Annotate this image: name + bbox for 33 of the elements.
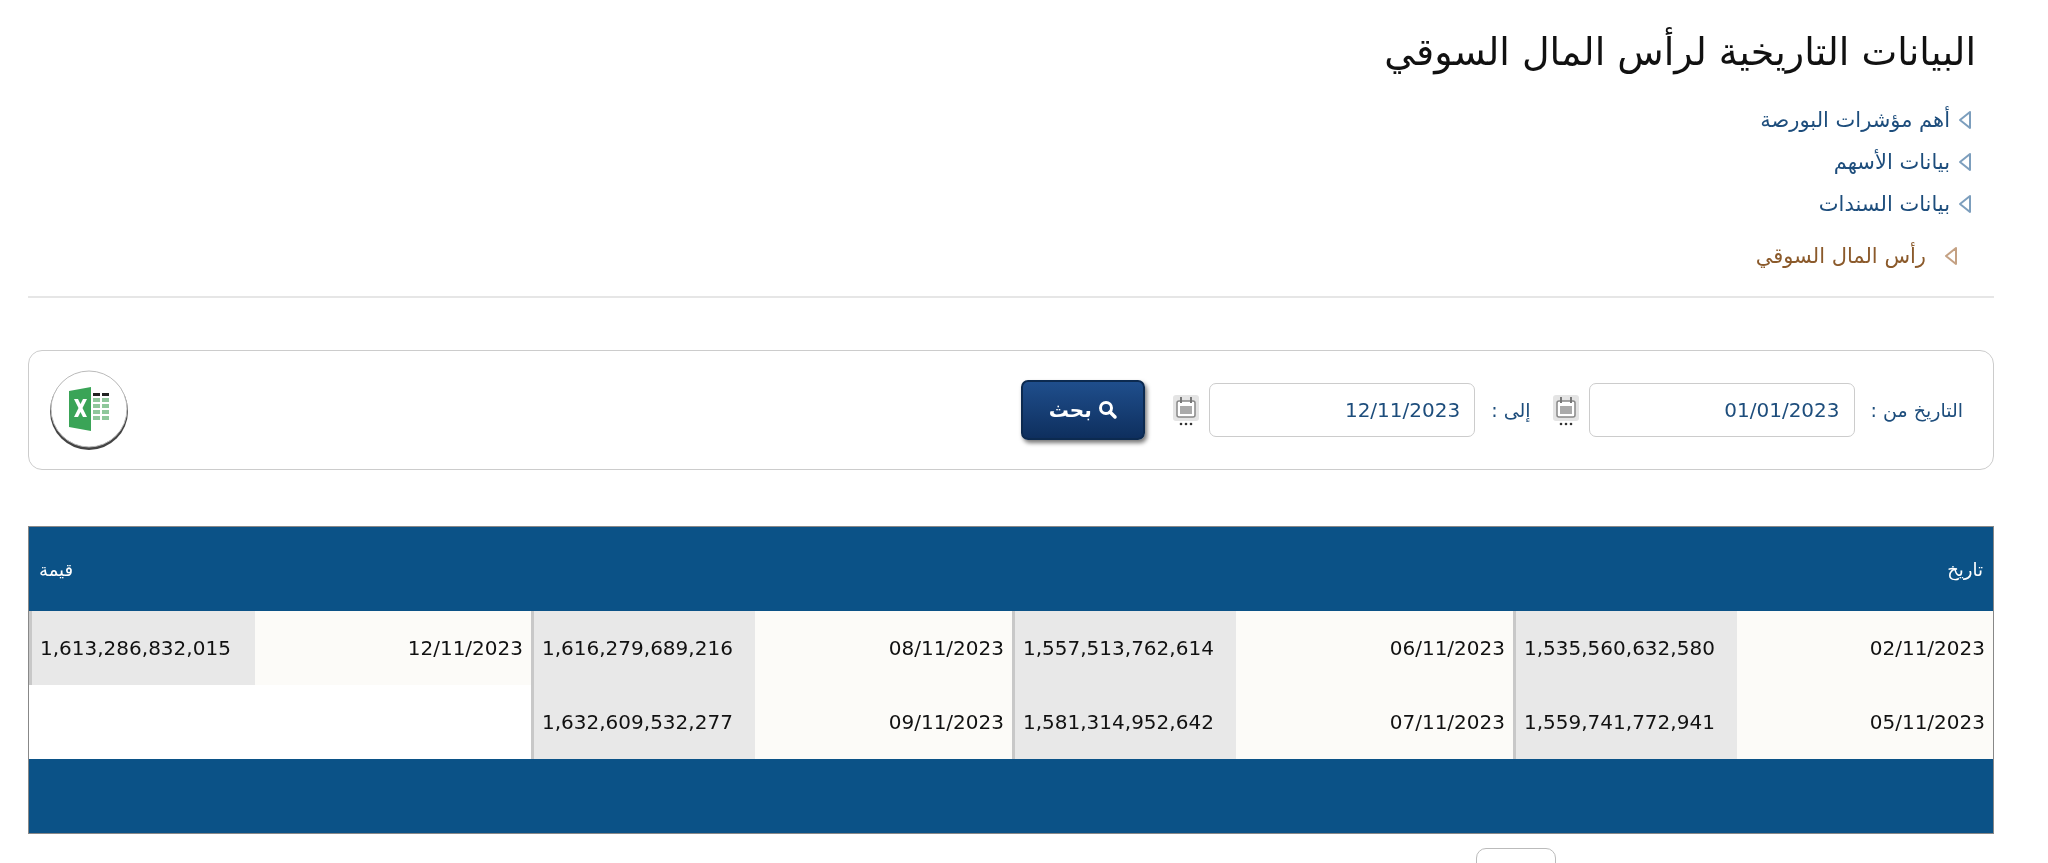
date-cell: 07/11/2023 <box>1236 685 1513 759</box>
arrow-icon <box>1958 110 1972 130</box>
search-button[interactable]: بحث <box>1021 380 1146 440</box>
value-cell: 1,581,314,952,642 <box>1012 685 1236 759</box>
from-label: التاريخ من : <box>1870 399 1963 421</box>
arrow-icon <box>1958 194 1972 214</box>
value-cell: 1,535,560,632,580 <box>1513 611 1737 685</box>
nav-link[interactable]: بيانات الأسهم <box>1833 144 1972 180</box>
to-date-field[interactable]: 12/11/2023 <box>1209 383 1476 437</box>
date-cell: 09/11/2023 <box>755 685 1012 759</box>
date-cell: 08/11/2023 <box>755 611 1012 685</box>
date-cell: 06/11/2023 <box>1236 611 1513 685</box>
calendar-icon[interactable] <box>1550 393 1581 427</box>
value-cell: 1,557,513,762,614 <box>1012 611 1236 685</box>
value-cell: 1,559,741,772,941 <box>1513 685 1737 759</box>
calendar-icon[interactable] <box>1171 393 1202 427</box>
from-date-field[interactable]: 01/01/2023 <box>1588 383 1855 437</box>
spreadsheet-export-icon[interactable] <box>47 368 131 452</box>
column-header: قيمة <box>39 558 74 580</box>
to-label: إلى : <box>1491 399 1531 421</box>
value-cell: 1,616,279,689,216 <box>531 611 755 685</box>
date-cell: 05/11/2023 <box>1737 685 1993 759</box>
search-icon <box>1097 400 1118 420</box>
nav-link[interactable]: أهم مؤشرات البورصة <box>1760 102 1972 138</box>
nav-link[interactable]: بيانات السندات <box>1818 186 1972 222</box>
date-cell: 12/11/2023 <box>255 611 531 685</box>
column-header: تاريخ <box>1947 558 1983 580</box>
value-cell: 1,632,609,532,277 <box>531 685 755 759</box>
nav-link[interactable]: رأس المال السوقي <box>1755 238 1972 274</box>
arrow-icon <box>1958 152 1972 172</box>
date-cell: 02/11/2023 <box>1737 611 1993 685</box>
value-cell: 1,613,286,832,015 <box>29 611 255 685</box>
arrow-icon <box>1944 246 1958 266</box>
